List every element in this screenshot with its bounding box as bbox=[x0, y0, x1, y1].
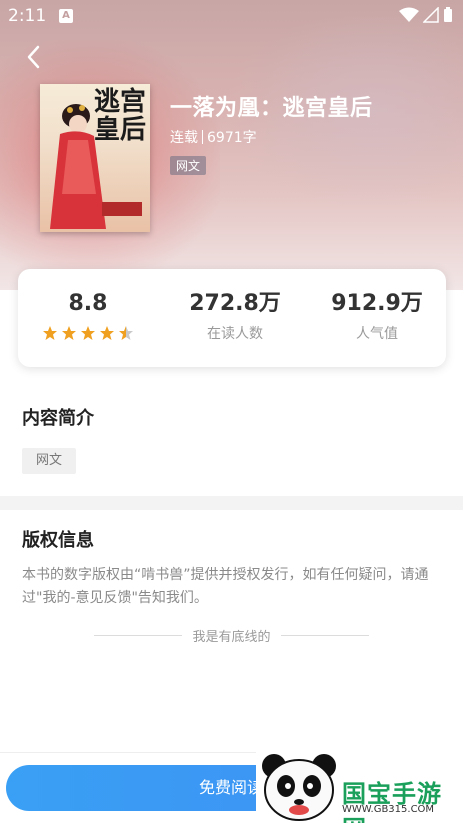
chevron-left-icon bbox=[27, 45, 40, 69]
status-bar: 2:11 A bbox=[0, 0, 463, 32]
star-icon bbox=[81, 326, 95, 340]
watermark-url: WWW.GB315.COM bbox=[342, 804, 435, 815]
book-word-count: 6971字 bbox=[207, 130, 257, 146]
battery-icon bbox=[444, 7, 452, 22]
back-button[interactable] bbox=[22, 42, 48, 72]
end-line-right bbox=[280, 634, 369, 636]
popularity-value: 912.9万 bbox=[331, 291, 423, 316]
cover-title: 逃宫皇后 bbox=[94, 87, 147, 145]
notification-icon: A bbox=[59, 9, 73, 23]
star-icon bbox=[100, 326, 114, 340]
book-meta: 连载 6971字 bbox=[170, 127, 257, 147]
book-status: 连载 bbox=[170, 130, 198, 146]
watermark: 国宝手游网 WWW.GB315.COM bbox=[256, 744, 463, 823]
cover-seal bbox=[102, 202, 142, 216]
stats-card: 8.8 272.8万 在读人数 912.9万 人气值 bbox=[18, 269, 446, 367]
star-icon bbox=[43, 326, 57, 340]
end-line-left bbox=[94, 634, 183, 636]
book-category-tag: 网文 bbox=[170, 156, 207, 175]
intro-heading: 内容简介 bbox=[22, 408, 94, 429]
readers-value: 272.8万 bbox=[189, 291, 281, 316]
watermark-brand: 国宝手游网 bbox=[342, 780, 442, 823]
wifi-icon bbox=[399, 7, 419, 22]
star-icon bbox=[62, 326, 76, 340]
meta-divider bbox=[202, 130, 203, 144]
star-icon bbox=[119, 326, 133, 340]
section-divider bbox=[0, 496, 463, 510]
rating-stars bbox=[38, 325, 138, 341]
book-cover[interactable]: 逃宫皇后 bbox=[40, 84, 150, 232]
copyright-heading: 版权信息 bbox=[22, 530, 94, 551]
readers-stat: 272.8万 在读人数 bbox=[180, 289, 290, 343]
popularity-stat: 912.9万 人气值 bbox=[322, 289, 432, 343]
rating-stat: 8.8 bbox=[38, 289, 138, 341]
rating-value: 8.8 bbox=[68, 291, 108, 316]
intro-tag[interactable]: 网文 bbox=[22, 448, 76, 474]
end-of-content: 我是有底线的 bbox=[0, 625, 463, 645]
signal-icon bbox=[423, 7, 439, 23]
status-time: 2:11 bbox=[8, 6, 47, 26]
book-title: 一落为凰：逃宫皇后 bbox=[170, 96, 373, 121]
copyright-text: 本书的数字版权由“啃书兽”提供并授权发行，如有任何疑问，请通过"我的-意见反馈"… bbox=[22, 567, 429, 606]
readers-label: 在读人数 bbox=[207, 326, 263, 342]
end-marker-text: 我是有底线的 bbox=[192, 629, 271, 645]
panda-logo-icon bbox=[262, 754, 336, 821]
popularity-label: 人气值 bbox=[356, 326, 398, 342]
status-icons bbox=[399, 7, 453, 23]
